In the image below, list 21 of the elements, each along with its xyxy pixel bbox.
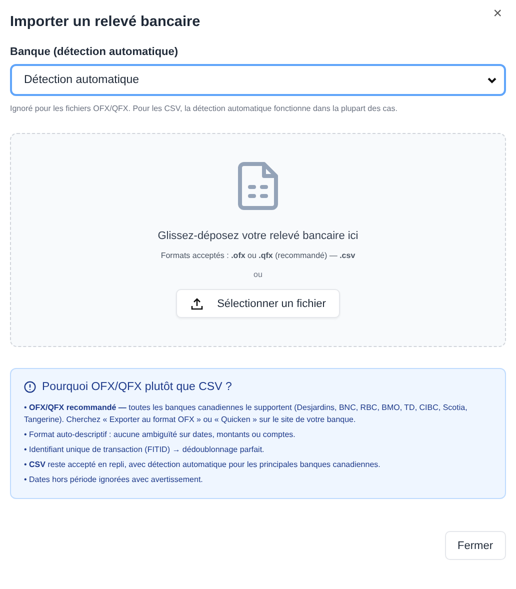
separator-text: ou [254,270,262,279]
field-label: Banque (détection automatique) [10,46,180,58]
upload-icon [191,298,204,310]
file-icon [238,162,278,210]
info-title: Pourquoi OFX/QFX plutôt que CSV ? [42,381,232,393]
dropzone[interactable]: Glissez-déposez votre relevé bancaire ici Formats acceptés : .ofx ou .qfx (recommandé) — .csv ou Sélectionner un fichier [10,133,506,347]
info-item: • CSV reste accepté en repli, avec détection automatique pour les principales banques canadiennes. [24,459,382,471]
info-item: • Identifiant unique de transaction (FITID) → dédoublonnage parfait. [24,444,266,456]
info-item: • OFX/QFX recommandé — toutes les banques canadiennes le supportent (Desjardins, BNC, RBC, BMO, TD, CIBC, Scotia, Tangerine). Cherchez « Exporter au format OFX » ou « Quicken » sur le site de votre banque. [24,402,468,426]
drop-message: Glissez-déposez votre relevé bancaire ici [158,230,358,242]
chevron-icon [487,76,497,84]
info-item: • Dates hors période ignorées avec avertissement. [24,474,204,486]
info-icon [24,381,36,393]
close-button[interactable]: × [493,6,502,22]
field-hint: Ignoré pour les fichiers OFX/QFX. Pour les CSV, la détection automatique fonctionne dans la plupart des cas. [10,104,398,113]
select-file-button[interactable]: Sélectionner un fichier [176,289,340,318]
formats-note: Formats acceptés : .ofx ou .qfx (recommandé) — .csv [160,251,356,260]
bank-select[interactable]: Détection automatique [10,64,506,96]
info-item: • Format auto-descriptif : aucune ambiguïté sur dates, montants ou comptes. [24,429,296,441]
dialog-title: Importer un relevé bancaire [10,14,200,30]
close-dialog-button[interactable]: Fermer [444,531,506,560]
